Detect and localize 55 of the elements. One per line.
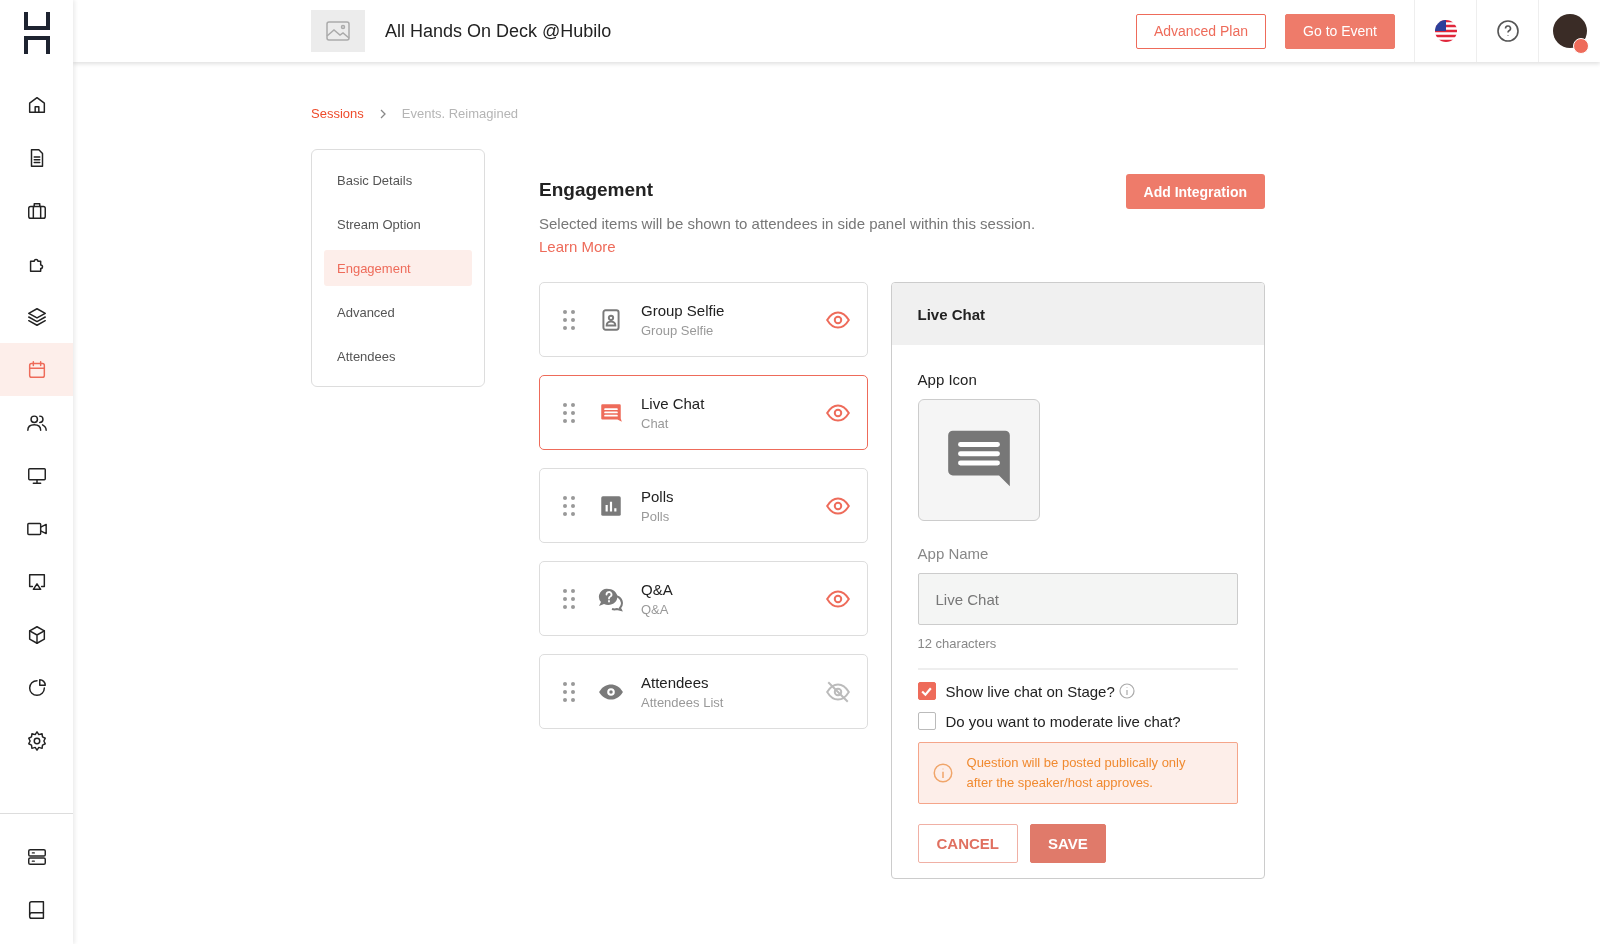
icon-picker[interactable] bbox=[917, 399, 1040, 521]
drag-handle-icon[interactable] bbox=[562, 680, 576, 703]
app-name: Q&A bbox=[641, 580, 674, 598]
app-name: Polls bbox=[641, 487, 675, 505]
info-icon[interactable] bbox=[1118, 683, 1135, 699]
app-card[interactable]: Attendees Attendees List bbox=[539, 654, 868, 729]
settings-icon bbox=[25, 729, 48, 752]
character-count: 12 characters bbox=[917, 636, 1238, 670]
app-name: Live Chat bbox=[641, 394, 706, 412]
help-icon[interactable] bbox=[1495, 19, 1520, 43]
app-subtitle: Q&A bbox=[641, 601, 670, 617]
section-description: Selected items will be shown to attendees in side panel within this session. bbox=[539, 215, 1036, 232]
checkbox-label: Show live chat on Stage? bbox=[945, 682, 1115, 700]
drag-handle-icon[interactable] bbox=[562, 494, 576, 517]
app-subtitle: Group Selfie bbox=[641, 322, 715, 338]
menu-item[interactable]: Basic Details bbox=[324, 162, 472, 198]
app-name: Group Selfie bbox=[641, 301, 726, 319]
app-card[interactable]: Polls Polls bbox=[539, 468, 868, 543]
add-integration-button[interactable]: Add Integration bbox=[1125, 174, 1265, 209]
app-name: Attendees bbox=[641, 673, 710, 691]
drag-handle-icon[interactable] bbox=[562, 401, 576, 424]
menu-item[interactable]: Advanced bbox=[324, 294, 472, 330]
app-card[interactable]: Group Selfie Group Selfie bbox=[539, 282, 868, 357]
panel-button[interactable]: SAVE bbox=[1030, 824, 1106, 863]
avatar[interactable] bbox=[1552, 14, 1587, 48]
layers-icon bbox=[25, 305, 48, 328]
app-subtitle: Polls bbox=[641, 508, 671, 524]
event-title: All Hands On Deck @Hubilo bbox=[385, 20, 613, 42]
field-label: App Icon bbox=[917, 371, 978, 388]
checkbox-label: Do you want to moderate live chat? bbox=[945, 712, 1181, 730]
breadcrumb-link[interactable]: Sessions bbox=[311, 106, 364, 121]
header-button[interactable]: Go to Event bbox=[1285, 13, 1395, 49]
field-label: App Name bbox=[917, 545, 990, 562]
panel-title: Live Chat bbox=[891, 283, 1264, 345]
menu-item[interactable]: Engagement bbox=[324, 250, 472, 286]
drag-handle-icon[interactable] bbox=[562, 308, 576, 331]
info-icon bbox=[932, 763, 953, 783]
app-card[interactable]: Live Chat Chat bbox=[539, 375, 868, 450]
drag-handle-icon[interactable] bbox=[562, 587, 576, 610]
flag-icon[interactable] bbox=[1433, 19, 1458, 43]
menu-item[interactable]: Attendees bbox=[324, 338, 472, 374]
header-button[interactable]: Advanced Plan bbox=[1135, 13, 1267, 49]
panel-button[interactable]: CANCEL bbox=[917, 824, 1019, 863]
image-placeholder bbox=[311, 10, 365, 52]
menu-item[interactable]: Stream Option bbox=[324, 206, 472, 242]
checkbox[interactable] bbox=[917, 682, 936, 700]
section-title: Engagement bbox=[539, 179, 655, 201]
app-card[interactable]: Q&A Q&A bbox=[539, 561, 868, 636]
checkbox[interactable] bbox=[917, 712, 936, 730]
logo-icon[interactable] bbox=[23, 12, 50, 54]
learn-more-link[interactable]: Learn More bbox=[539, 238, 616, 255]
app-subtitle: Attendees List bbox=[641, 694, 725, 710]
app-subtitle: Chat bbox=[641, 415, 670, 431]
notice-text: Question will be posted publically only after the speaker/host approves. bbox=[966, 754, 1187, 792]
app-name-field[interactable]: Live Chat bbox=[917, 573, 1238, 625]
